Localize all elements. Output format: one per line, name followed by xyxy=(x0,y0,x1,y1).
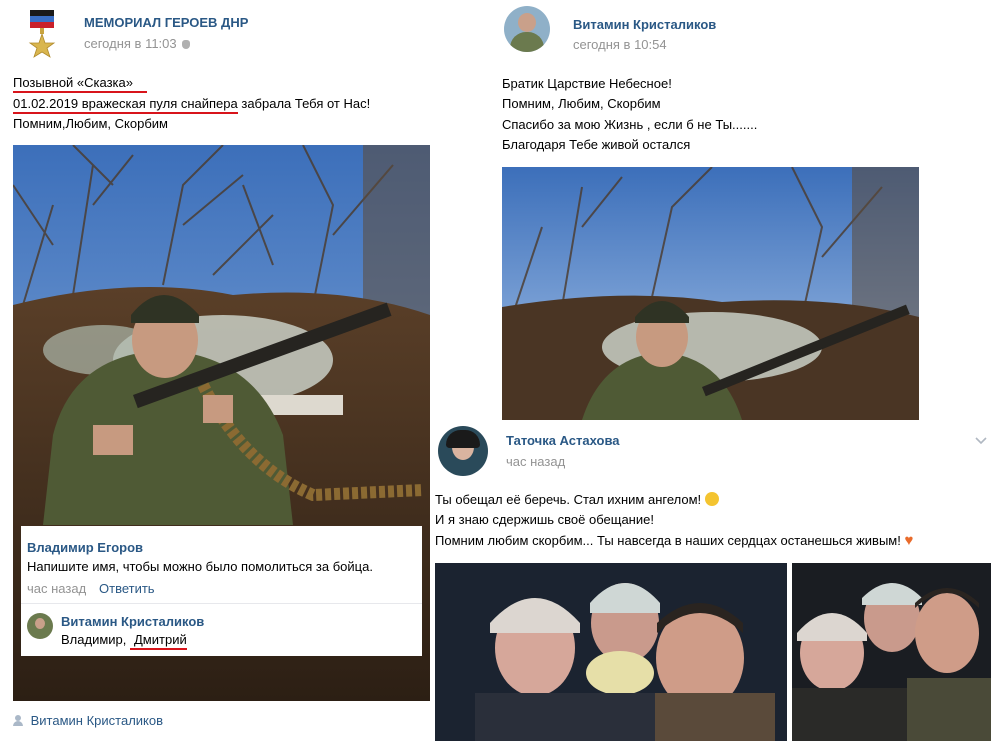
post2-avatar[interactable] xyxy=(504,6,550,52)
post2-line3: Спасибо за мою Жизнь , если б не Ты.....… xyxy=(502,117,758,132)
person-icon xyxy=(13,715,23,726)
chevron-down-icon[interactable] xyxy=(974,434,988,448)
post1-line1: Позывной «Сказка» xyxy=(13,73,147,93)
post1-sniper-text: вражеская пуля снайпера xyxy=(81,96,238,111)
post-1: МЕМОРИАЛ ГЕРОЕВ ДНР сегодня в 11:03 Позы… xyxy=(0,0,440,741)
comment1-time: час назад xyxy=(27,581,87,596)
post1-time: сегодня в 11:03 xyxy=(84,36,191,51)
gold-star-medal-icon xyxy=(28,10,56,58)
post2-photo[interactable] xyxy=(502,167,919,420)
post3-time: час назад xyxy=(506,454,566,469)
post1-avatar[interactable] xyxy=(20,8,64,58)
comment2-author[interactable]: Витамин Кристаликов xyxy=(61,614,204,629)
face-emoji xyxy=(704,492,719,506)
comment-card: Владимир Егоров Напишите имя, чтобы можн… xyxy=(21,526,422,656)
post1-line2: 01.02.2019 вражеская пуля снайпера забра… xyxy=(13,94,370,114)
comment1-text: Напишите имя, чтобы можно было помолитьс… xyxy=(27,559,373,574)
post1-callsign: Позывной «Сказка» xyxy=(13,74,147,93)
post2-line2: Помним, Любим, Скорбим xyxy=(502,96,661,111)
apple-icon xyxy=(182,40,191,49)
post1-author[interactable]: МЕМОРИАЛ ГЕРОЕВ ДНР xyxy=(84,15,248,30)
post2-line1: Братик Царствие Небесное! xyxy=(502,76,672,91)
post2-time: сегодня в 10:54 xyxy=(573,37,667,52)
heart-emoji: ♥ xyxy=(904,532,914,549)
reply-button[interactable]: Ответить xyxy=(99,581,155,596)
post-2: Витамин Кристаликов сегодня в 10:54 Брат… xyxy=(490,0,991,420)
post1-time-text: сегодня в 11:03 xyxy=(84,36,177,51)
post1-signer-name[interactable]: Витамин Кристаликов xyxy=(31,713,163,728)
comment2-text: Владимир, Дмитрий xyxy=(61,630,187,650)
comment2-avatar[interactable] xyxy=(27,613,53,639)
post3-line3-text: Помним любим скорбим... Ты навсегда в на… xyxy=(435,533,901,548)
selfie-photo xyxy=(435,563,787,741)
post1-signer[interactable]: Витамин Кристаликов xyxy=(13,713,163,728)
post1-line3: Помним,Любим, Скорбим xyxy=(13,116,168,131)
soldier-photo-small xyxy=(502,167,919,420)
post3-line1-text: Ты обещал её беречь. Стал ихним ангелом! xyxy=(435,492,702,507)
post3-photo-2[interactable] xyxy=(792,563,991,741)
post3-photo-1[interactable] xyxy=(435,563,787,741)
post1-underlined-phrase: 01.02.2019 вражеская пуля снайпера xyxy=(13,95,238,114)
post3-author[interactable]: Таточка Астахова xyxy=(506,433,620,448)
post2-line4: Благодаря Тебе живой остался xyxy=(502,137,691,152)
post1-date: 01.02.2019 xyxy=(13,96,79,111)
comment-divider xyxy=(21,603,422,604)
comment1-author[interactable]: Владимир Егоров xyxy=(27,540,143,555)
post3-line2: И я знаю сдержишь своё обещание! xyxy=(435,512,654,527)
post-3: Таточка Астахова час назад Ты обещал её … xyxy=(430,420,991,741)
selfie-photo-2 xyxy=(792,563,991,741)
comment2-prefix: Владимир, xyxy=(61,632,130,647)
post3-line1: Ты обещал её беречь. Стал ихним ангелом! xyxy=(435,490,719,510)
post3-line3: Помним любим скорбим... Ты навсегда в на… xyxy=(435,531,913,551)
post1-line2-rest: забрала Тебя от Нас! xyxy=(237,96,371,111)
post2-author[interactable]: Витамин Кристаликов xyxy=(573,17,716,32)
comment2-name-underlined: Дмитрий xyxy=(130,631,187,650)
post3-avatar[interactable] xyxy=(438,426,488,476)
